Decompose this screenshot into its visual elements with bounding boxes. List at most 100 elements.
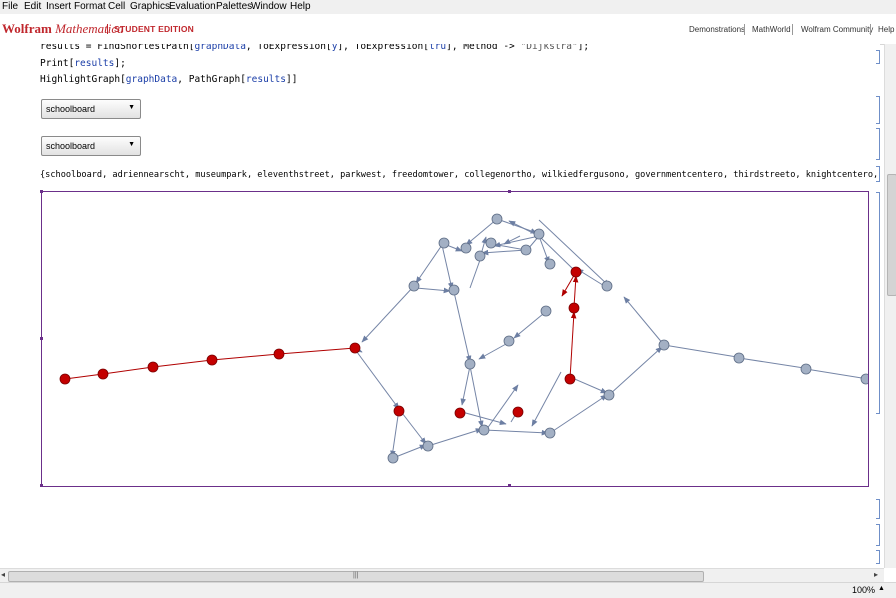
chevron-down-icon: ▼	[128, 141, 135, 148]
station-vertex	[658, 339, 670, 351]
station-vertex	[422, 440, 434, 452]
menu-graphics[interactable]: Graphics	[130, 1, 170, 12]
shortest-path-output: {schoolboard, adriennearscht, museumpark…	[40, 170, 880, 180]
link-mathworld[interactable]: MathWorld	[752, 25, 791, 34]
cell-bracket[interactable]	[876, 550, 880, 564]
student-edition-label: STUDENT EDITION	[107, 24, 194, 34]
resize-handle[interactable]	[40, 190, 43, 193]
menu-cell[interactable]: Cell	[108, 1, 125, 12]
station-vertex	[478, 424, 490, 436]
link-demonstrations[interactable]: Demonstrations	[689, 25, 745, 34]
station-vertex	[603, 389, 615, 401]
path-edge	[102, 366, 154, 375]
station-vertex	[438, 237, 450, 249]
station-vertex	[448, 284, 460, 296]
cell-bracket[interactable]	[876, 96, 880, 124]
vertical-scrollbar[interactable]	[884, 44, 896, 568]
cell-bracket[interactable]	[876, 128, 880, 160]
graph-edge	[549, 394, 608, 434]
graph-edge	[361, 285, 415, 343]
end-station-popup[interactable]: schoolboard ▼	[41, 136, 141, 156]
graph-edge	[569, 376, 608, 394]
path-edge	[569, 311, 577, 380]
graph-edge	[538, 235, 574, 270]
menu-evaluation[interactable]: Evaluation	[169, 1, 216, 12]
menu-help[interactable]: Help	[290, 1, 311, 12]
station-vertex	[485, 237, 497, 249]
cell-bracket[interactable]	[876, 524, 880, 546]
station-vertex	[860, 373, 872, 385]
menu-file[interactable]: File	[2, 1, 18, 12]
link-help[interactable]: Help	[878, 25, 894, 34]
graph-edges	[353, 218, 869, 459]
graph-edge	[483, 384, 519, 434]
link-separator	[792, 24, 793, 35]
resize-handle[interactable]	[508, 484, 511, 487]
graph-edge	[453, 291, 472, 363]
menu-bar: File Edit Insert Format Cell Graphics Ev…	[0, 0, 896, 14]
graph-plot-frame[interactable]	[40, 190, 872, 487]
cell-bracket[interactable]	[876, 50, 880, 64]
graph-edge	[469, 259, 481, 289]
path-vertex	[512, 406, 524, 418]
resize-handle[interactable]	[40, 484, 43, 487]
menu-insert[interactable]: Insert	[46, 1, 71, 12]
scroll-left-icon[interactable]: ◂	[1, 570, 5, 579]
zoom-dropdown-icon[interactable]: ▲	[878, 585, 885, 592]
graph-edge	[415, 244, 443, 284]
menu-palettes[interactable]: Palettes	[216, 1, 252, 12]
path-vertex	[59, 373, 71, 385]
path-vertex	[393, 405, 405, 417]
graph-edge	[623, 296, 665, 346]
link-wolfram-community[interactable]: Wolfram Community	[801, 25, 873, 34]
menu-format[interactable]: Format	[74, 1, 106, 12]
graph-edge	[503, 235, 521, 245]
path-edge	[64, 373, 104, 380]
cell-bracket[interactable]	[876, 192, 880, 414]
station-vertex	[544, 427, 556, 439]
graph-edge	[469, 365, 484, 428]
station-vertex	[474, 250, 486, 262]
chevron-down-icon: ▼	[128, 104, 135, 111]
graph-edge	[538, 235, 550, 264]
cell-bracket[interactable]	[876, 499, 880, 519]
station-vertex	[520, 244, 532, 256]
station-vertex	[601, 280, 613, 292]
path-edge	[211, 353, 280, 361]
path-vertex	[568, 302, 580, 314]
resize-handle[interactable]	[40, 337, 43, 340]
graph-edge	[441, 244, 454, 290]
station-vertex	[533, 228, 545, 240]
graph-edge	[460, 365, 471, 406]
path-vertex	[564, 373, 576, 385]
menu-edit[interactable]: Edit	[24, 1, 41, 12]
station-vertex	[491, 213, 503, 225]
zoom-level[interactable]: 100%	[852, 585, 875, 595]
start-station-popup[interactable]: schoolboard ▼	[41, 99, 141, 119]
graph-edge	[461, 411, 507, 426]
path-vertex	[349, 342, 361, 354]
notebook-content[interactable]: results = FindShortestPath[graphData, To…	[0, 44, 880, 568]
station-vertex	[733, 352, 745, 364]
scroll-right-icon[interactable]: ▸	[874, 570, 878, 579]
vertical-scroll-thumb[interactable]	[887, 174, 896, 296]
cell-brackets	[874, 44, 884, 568]
horizontal-scrollbar[interactable]: ◂ ||| ▸	[0, 568, 884, 583]
path-vertex	[454, 407, 466, 419]
graph-edge	[427, 428, 483, 447]
horizontal-scroll-thumb[interactable]: |||	[8, 571, 704, 582]
code-line-find-shortest-path[interactable]: results = FindShortestPath[graphData, To…	[40, 44, 589, 52]
graph-edge	[481, 249, 527, 256]
graph-plot	[59, 213, 872, 464]
station-vertex	[460, 242, 472, 254]
path-vertex	[206, 354, 218, 366]
graph-edge	[738, 357, 805, 369]
graph-edge	[415, 287, 451, 294]
graph-edge	[805, 368, 869, 380]
menu-window[interactable]: Window	[251, 1, 287, 12]
resize-handle[interactable]	[508, 190, 511, 193]
code-line-print[interactable]: Print[results];	[40, 58, 126, 69]
cell-bracket[interactable]	[876, 166, 880, 182]
code-line-highlight-graph[interactable]: HighlightGraph[graphData, PathGraph[resu…	[40, 74, 297, 85]
shortest-path-edges	[64, 271, 579, 380]
